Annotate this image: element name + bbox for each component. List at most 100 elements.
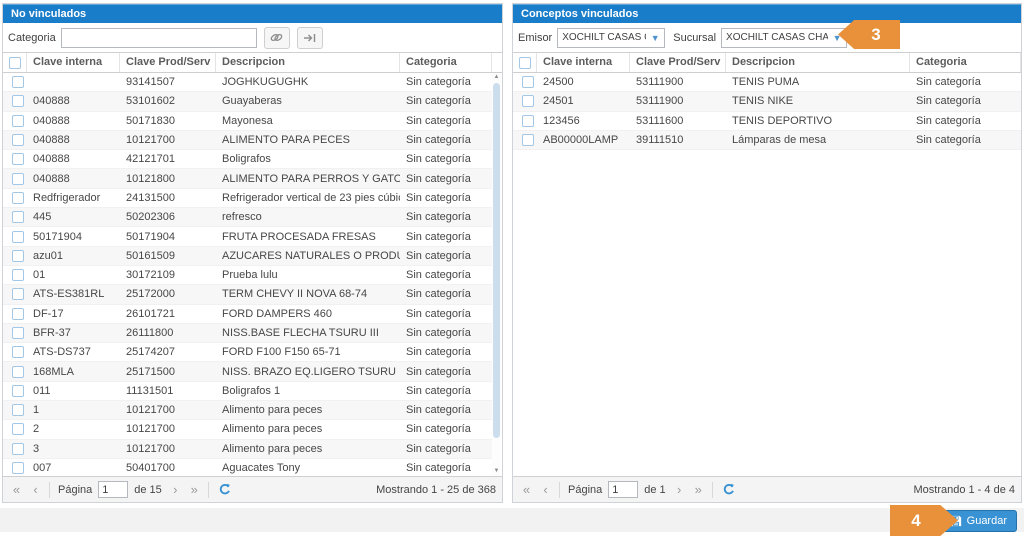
link-button[interactable]	[264, 27, 290, 49]
table-row[interactable]: ATS-ES381RL25172000TERM CHEVY II NOVA 68…	[3, 285, 493, 304]
move-right-button[interactable]	[297, 27, 323, 49]
row-checkbox[interactable]	[522, 95, 534, 107]
table-row[interactable]: 44550202306refrescoSin categoría	[3, 208, 493, 227]
table-row[interactable]: 210121700Alimento para pecesSin categorí…	[3, 420, 493, 439]
row-checkbox-cell	[3, 153, 27, 165]
table-row[interactable]: 04088810121700ALIMENTO PARA PECESSin cat…	[3, 131, 493, 150]
row-checkbox[interactable]	[12, 192, 24, 204]
save-button-label: Guardar	[967, 515, 1007, 527]
table-row[interactable]: 2450053111900TENIS PUMASin categoría	[513, 73, 1021, 92]
row-checkbox[interactable]	[12, 153, 24, 165]
table-row[interactable]: 310121700Alimento para pecesSin categorí…	[3, 440, 493, 459]
row-checkbox[interactable]	[12, 173, 24, 185]
table-row[interactable]: 04088853101602GuayaberasSin categoría	[3, 92, 493, 111]
row-checkbox[interactable]	[12, 366, 24, 378]
emisor-combobox[interactable]: XOCHILT CASAS CHAVEZ ▼	[557, 28, 665, 48]
column-header-clave-prodserv[interactable]: Clave Prod/Serv	[630, 53, 726, 72]
table-row[interactable]: AB00000LAMP39111510Lámparas de mesaSin c…	[513, 131, 1021, 150]
table-row[interactable]: azu0150161509AZUCARES NATURALES O PRODUC…	[3, 247, 493, 266]
prev-page-button[interactable]: ‹	[538, 483, 553, 497]
row-checkbox-cell	[3, 366, 27, 378]
row-checkbox[interactable]	[12, 211, 24, 223]
table-row[interactable]: ATS-DS73725174207FORD F100 F150 65-71Sin…	[3, 343, 493, 362]
prev-page-button[interactable]: ‹	[28, 483, 43, 497]
row-checkbox[interactable]	[12, 134, 24, 146]
row-checkbox[interactable]	[12, 95, 24, 107]
select-all-checkbox[interactable]	[519, 57, 531, 69]
row-checkbox[interactable]	[12, 404, 24, 416]
row-checkbox[interactable]	[12, 231, 24, 243]
cell: Lámparas de mesa	[726, 134, 910, 146]
column-header-descripcion[interactable]: Descripcion	[726, 53, 910, 72]
cell: Sin categoría	[400, 250, 492, 262]
row-checkbox[interactable]	[12, 308, 24, 320]
row-checkbox[interactable]	[12, 327, 24, 339]
row-checkbox[interactable]	[522, 115, 534, 127]
last-page-button[interactable]: »	[691, 483, 706, 497]
cell: refresco	[216, 211, 400, 223]
row-checkbox[interactable]	[12, 288, 24, 300]
scroll-up-icon[interactable]: ▲	[492, 73, 501, 82]
row-checkbox[interactable]	[522, 134, 534, 146]
cell: Sin categoría	[400, 231, 492, 243]
table-row[interactable]: 0130172109Prueba luluSin categoría	[3, 266, 493, 285]
table-row[interactable]: 04088842121701BoligrafosSin categoría	[3, 150, 493, 169]
table-row[interactable]: 168MLA25171500NISS. BRAZO EQ.LIGERO TSUR…	[3, 362, 493, 381]
cell: 50171904	[120, 231, 216, 243]
cell: TENIS DEPORTIVO	[726, 115, 910, 127]
chevron-down-icon[interactable]: ▼	[646, 29, 664, 47]
scrollbar-thumb[interactable]	[493, 83, 500, 438]
refresh-button[interactable]	[722, 483, 735, 496]
column-header-clave-interna[interactable]: Clave interna	[537, 53, 630, 72]
row-checkbox[interactable]	[12, 269, 24, 281]
page-number-input[interactable]	[98, 481, 128, 498]
cell: JOGHKUGUGHK	[216, 76, 400, 88]
next-page-button[interactable]: ›	[672, 483, 687, 497]
column-header-descripcion[interactable]: Descripcion	[216, 53, 400, 72]
cell: 011	[27, 385, 120, 397]
vertical-scrollbar[interactable]: ▲ ▼	[492, 73, 501, 476]
table-row[interactable]: 110121700Alimento para pecesSin categorí…	[3, 401, 493, 420]
row-checkbox[interactable]	[12, 443, 24, 455]
refresh-button[interactable]	[218, 483, 231, 496]
row-checkbox[interactable]	[12, 385, 24, 397]
first-page-button[interactable]: «	[9, 483, 24, 497]
row-checkbox[interactable]	[12, 462, 24, 474]
row-checkbox[interactable]	[12, 115, 24, 127]
table-row[interactable]: Redfrigerador24131500Refrigerador vertic…	[3, 189, 493, 208]
row-checkbox-cell	[3, 173, 27, 185]
first-page-button[interactable]: «	[519, 483, 534, 497]
row-checkbox[interactable]	[522, 76, 534, 88]
column-header-categoria[interactable]: Categoria	[910, 53, 1021, 72]
select-all-checkbox[interactable]	[9, 57, 21, 69]
cell: 3	[27, 443, 120, 455]
column-header-categoria[interactable]: Categoria	[400, 53, 492, 72]
table-row[interactable]: 01111131501Boligrafos 1Sin categoría	[3, 382, 493, 401]
next-page-button[interactable]: ›	[168, 483, 183, 497]
link-icon	[269, 31, 284, 44]
row-checkbox[interactable]	[12, 250, 24, 262]
last-page-button[interactable]: »	[187, 483, 202, 497]
cell: 25171500	[120, 366, 216, 378]
row-checkbox[interactable]	[12, 423, 24, 435]
row-checkbox[interactable]	[12, 346, 24, 358]
separator	[712, 482, 713, 498]
table-row[interactable]: 93141507JOGHKUGUGHKSin categoría	[3, 73, 493, 92]
category-input[interactable]	[61, 28, 257, 48]
column-header-clave-prodserv[interactable]: Clave Prod/Serv	[120, 53, 216, 72]
row-checkbox-cell	[3, 346, 27, 358]
table-row[interactable]: 12345653111600TENIS DEPORTIVOSin categor…	[513, 112, 1021, 131]
table-row[interactable]: 2450153111900TENIS NIKESin categoría	[513, 92, 1021, 111]
sucursal-combobox[interactable]: XOCHILT CASAS CHAVEZ ▼	[721, 28, 847, 48]
cell: Sin categoría	[400, 153, 492, 165]
table-row[interactable]: 04088810121800ALIMENTO PARA PERROS Y GAT…	[3, 169, 493, 188]
column-header-clave-interna[interactable]: Clave interna	[27, 53, 120, 72]
scroll-down-icon[interactable]: ▼	[492, 467, 501, 476]
table-row[interactable]: 00750401700Aguacates TonySin categoría	[3, 459, 493, 476]
table-row[interactable]: DF-1726101721FORD DAMPERS 460Sin categor…	[3, 305, 493, 324]
page-number-input[interactable]	[608, 481, 638, 498]
row-checkbox[interactable]	[12, 76, 24, 88]
table-row[interactable]: 5017190450171904FRUTA PROCESADA FRESASSi…	[3, 227, 493, 246]
table-row[interactable]: BFR-3726111800NISS.BASE FLECHA TSURU III…	[3, 324, 493, 343]
table-row[interactable]: 04088850171830MayonesaSin categoría	[3, 112, 493, 131]
